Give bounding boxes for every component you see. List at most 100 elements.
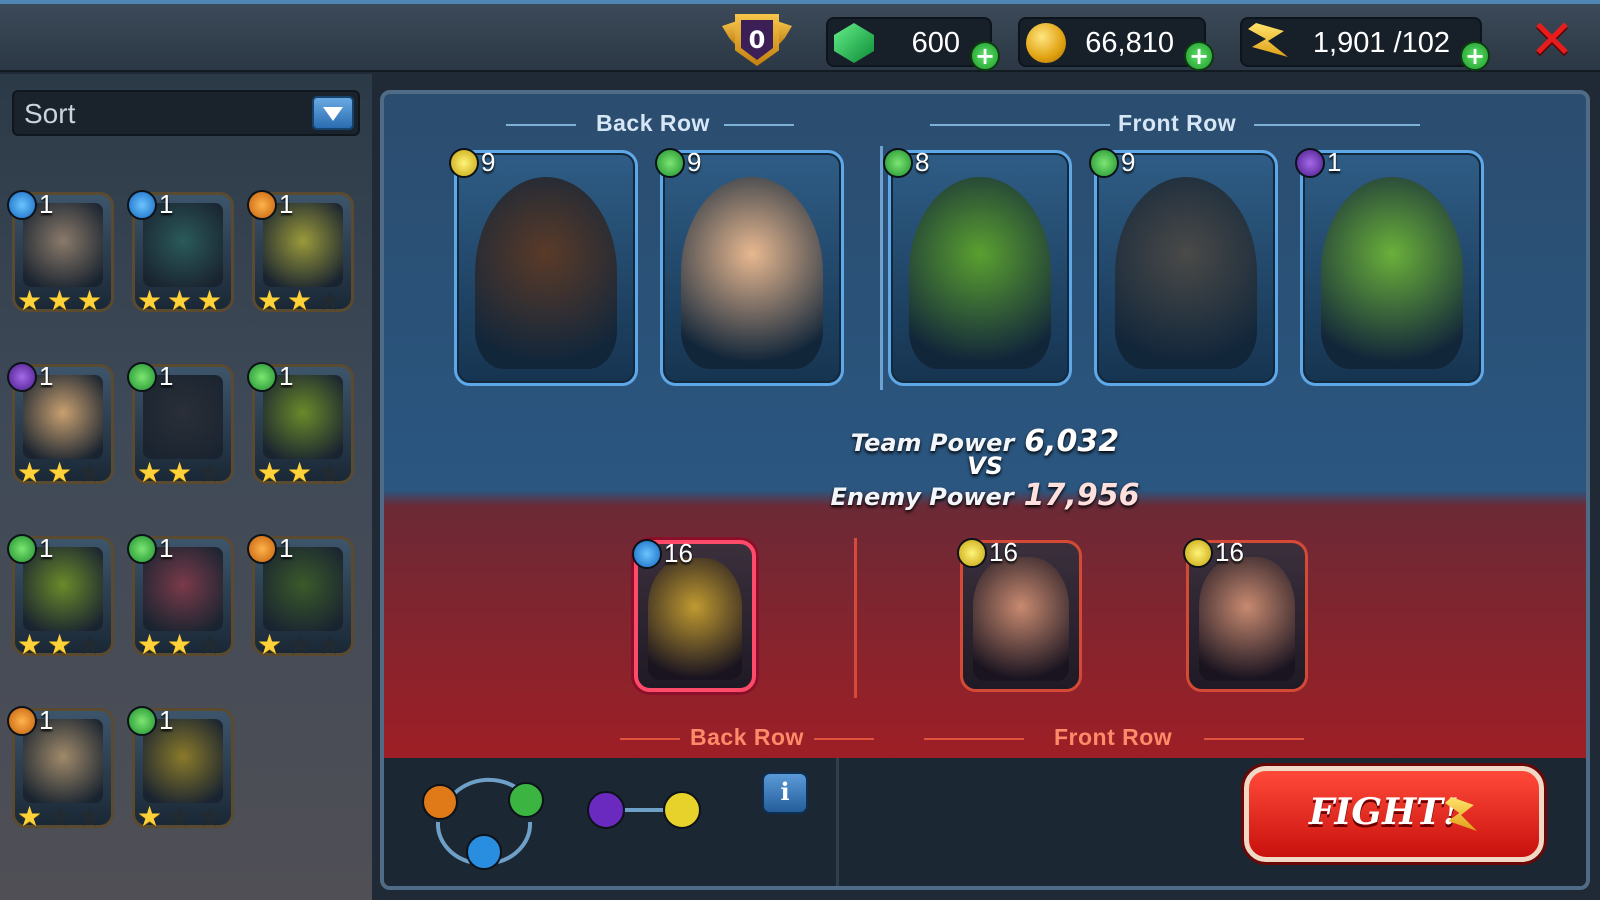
star-icon: ★: [257, 284, 283, 317]
star-rating: ★ ★ ★: [17, 803, 107, 831]
hero-level: 1: [39, 361, 54, 391]
rank-badge[interactable]: 0: [722, 10, 792, 70]
nature-element-icon: [883, 147, 913, 178]
fire-element-icon: [7, 705, 37, 736]
roster-hero-card[interactable]: 1 ★ ★ ★: [247, 189, 354, 317]
add-energy-button[interactable]: +: [1460, 41, 1490, 71]
team-hero-slot[interactable]: 9: [655, 147, 844, 386]
gems-counter: 600 +: [826, 17, 1000, 71]
hero-portrait: [475, 177, 617, 369]
star-rating: ★ ★ ★: [17, 631, 107, 659]
close-button[interactable]: ✕: [1528, 13, 1576, 67]
gems-value: 600: [911, 27, 960, 59]
hero-level: 9: [687, 147, 702, 177]
team-hero-slot[interactable]: 9: [449, 147, 638, 386]
coin-icon: [1026, 23, 1066, 63]
star-icon: ★: [257, 628, 283, 661]
enemy-portrait: [973, 557, 1069, 681]
light-element-icon: [1183, 537, 1213, 568]
team-hero-slot[interactable]: 1: [1295, 147, 1484, 386]
hero-level: 9: [481, 147, 496, 177]
energy-icon: [1248, 23, 1288, 57]
star-icon: ★: [77, 284, 103, 317]
gem-icon: [834, 23, 874, 63]
star-icon: ★: [167, 284, 193, 317]
roster-hero-card[interactable]: 1 ★ ★ ★: [127, 533, 234, 661]
dark-element-icon: [1295, 147, 1325, 178]
sort-dropdown[interactable]: Sort: [12, 90, 360, 136]
roster-hero-card[interactable]: 1 ★ ★ ★: [127, 705, 234, 831]
hero-level: 8: [915, 147, 930, 177]
roster-hero-card[interactable]: 1 ★ ★ ★: [7, 189, 114, 317]
roster-hero-card[interactable]: 1 ★ ★ ★: [247, 533, 354, 661]
nature-element-icon: [127, 533, 157, 564]
nature-element-icon: [127, 361, 157, 392]
dark-light-diagram: [587, 791, 701, 829]
enemy-power: Enemy Power 17,956: [384, 478, 1586, 513]
star-icon: ★: [167, 456, 193, 489]
enemy-boss-slot[interactable]: 16: [632, 538, 756, 692]
hero-level: 1: [1327, 147, 1342, 177]
hero-level: 1: [279, 189, 294, 219]
star-icon: ★: [47, 456, 73, 489]
enemy-portrait: [1199, 557, 1295, 681]
nature-element-icon: [1089, 147, 1119, 178]
roster-hero-card[interactable]: 1 ★ ★ ★: [127, 189, 234, 315]
enemy-level: 16: [664, 538, 693, 568]
gold-value: 66,810: [1085, 27, 1174, 59]
vs-label: VS: [967, 452, 1003, 480]
team-hero-slot[interactable]: 8: [883, 147, 1072, 386]
chevron-down-icon[interactable]: [312, 96, 354, 130]
energy-value: 1,901 /102: [1312, 27, 1450, 59]
roster-hero-card[interactable]: 1 ★ ★ ★: [127, 361, 234, 487]
enemy-unit-slot[interactable]: 16: [957, 537, 1082, 692]
star-icon: ★: [317, 284, 343, 317]
star-icon: ★: [137, 284, 163, 317]
enemy-unit-slot[interactable]: 16: [1183, 537, 1308, 692]
bottom-bar: i FIGHT!: [384, 758, 1586, 886]
energy-counter: 1,901 /102 +: [1240, 17, 1490, 71]
roster-hero-card[interactable]: 1 ★ ★ ★: [7, 533, 114, 659]
info-button[interactable]: i: [762, 772, 808, 814]
hero-level: 1: [279, 361, 294, 391]
star-icon: ★: [197, 284, 223, 317]
star-rating: ★ ★ ★: [137, 459, 227, 487]
star-icon: ★: [197, 628, 223, 661]
team-back-row-title: Back Row: [596, 110, 710, 136]
hero-level: 9: [1121, 147, 1136, 177]
water-element-icon: [466, 834, 502, 870]
roster-hero-card[interactable]: 1 ★ ★ ★: [247, 361, 354, 489]
light-element-icon: [957, 537, 987, 568]
star-icon: ★: [317, 456, 343, 489]
roster-hero-card[interactable]: 1 ★ ★ ★: [7, 361, 114, 489]
star-icon: ★: [317, 628, 343, 661]
roster-hero-card[interactable]: 1 ★ ★ ★: [7, 705, 114, 831]
star-icon: ★: [47, 284, 73, 317]
hero-level: 1: [279, 533, 294, 563]
sort-label: Sort: [24, 98, 76, 129]
hero-level: 1: [39, 705, 54, 735]
star-icon: ★: [17, 284, 43, 317]
team-hero-slot[interactable]: 9: [1089, 147, 1278, 386]
enemy-portrait: [648, 558, 742, 680]
water-element-icon: [7, 189, 37, 220]
top-bar: 0 600 + 66,810 + 1,901 /102 + ✕: [0, 0, 1600, 72]
fight-button[interactable]: FIGHT!: [1244, 766, 1544, 862]
add-gold-button[interactable]: +: [1184, 41, 1214, 71]
star-rating: ★ ★ ★: [137, 287, 227, 315]
hero-level: 1: [159, 361, 174, 391]
enemy-power-label: Enemy Power: [830, 483, 1014, 511]
star-icon: ★: [287, 628, 313, 661]
star-icon: ★: [17, 456, 43, 489]
fire-element-icon: [247, 189, 277, 220]
star-icon: ★: [17, 628, 43, 661]
star-icon: ★: [77, 628, 103, 661]
add-gems-button[interactable]: +: [970, 41, 1000, 71]
rank-value: 0: [748, 26, 766, 54]
water-element-icon: [632, 538, 662, 569]
hero-level: 1: [39, 189, 54, 219]
star-icon: ★: [17, 800, 43, 833]
hero-level: 1: [39, 533, 54, 563]
enemy-level: 16: [989, 537, 1018, 567]
hero-portrait: [681, 177, 823, 369]
